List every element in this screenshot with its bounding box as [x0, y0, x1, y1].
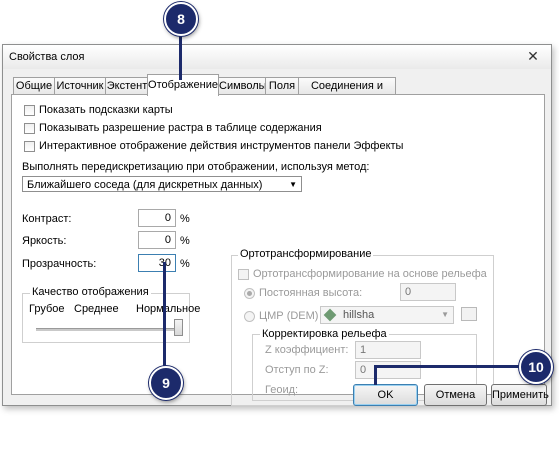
brightness-label: Яркость: [22, 235, 67, 247]
quality-medium-label: Среднее [74, 303, 119, 315]
z-factor-input[interactable]: 1 [355, 341, 421, 359]
callout-9: 9 [149, 366, 183, 400]
dem-label: ЦМР (DEM) [259, 310, 319, 322]
layer-properties-window: Свойства слоя ✕ Общие Источник Экстент О… [2, 44, 552, 406]
show-resolution-label: Показывать разрешение растра в таблице с… [39, 122, 322, 134]
title-bar: Свойства слоя ✕ [3, 45, 551, 69]
quality-slider-thumb[interactable] [174, 319, 183, 336]
tab-fields[interactable]: Поля [265, 77, 299, 95]
dem-radio[interactable] [244, 311, 255, 322]
terrain-correction-title: Корректировка рельефа [260, 328, 389, 340]
dem-value: hillsha [343, 309, 375, 321]
callout-10-line-v [374, 365, 377, 385]
resample-method-value: Ближайшего соседа (для дискретных данных… [27, 179, 263, 191]
ortho-elevation-checkbox[interactable] [238, 269, 249, 280]
apply-button[interactable]: Применить [491, 384, 549, 406]
contrast-label: Контраст: [22, 213, 72, 225]
chevron-down-icon: ▼ [289, 180, 297, 189]
constant-height-radio[interactable] [244, 288, 255, 299]
callout-10-line-h [374, 365, 534, 368]
tab-symbology[interactable]: Символы [218, 77, 267, 95]
cancel-button[interactable]: Отмена [424, 384, 487, 406]
constant-height-label: Постоянная высота: [259, 287, 363, 299]
display-tab-panel: Показать подсказки карты Показывать разр… [11, 94, 545, 406]
transparency-input[interactable]: 30 [138, 254, 176, 272]
quality-high-label: Нормальное [136, 303, 201, 315]
interactive-effects-checkbox[interactable] [24, 141, 35, 152]
window-title: Свойства слоя [9, 51, 85, 63]
tab-joins-relates[interactable]: Соединения и Связи [298, 77, 396, 109]
chevron-down-icon: ▼ [441, 310, 449, 319]
geoid-label: Геоид: [265, 384, 299, 396]
show-resolution-checkbox[interactable] [24, 123, 35, 134]
z-offset-input[interactable]: 0 [355, 361, 421, 379]
constant-height-input[interactable]: 0 [400, 283, 456, 301]
show-map-tips-label: Показать подсказки карты [39, 104, 173, 116]
close-icon[interactable]: ✕ [525, 49, 541, 63]
resample-label: Выполнять передискретизацию при отображе… [22, 161, 370, 173]
z-offset-label: Отступ по Z: [265, 364, 329, 376]
tab-display[interactable]: Отображение [147, 74, 219, 96]
ok-button[interactable]: OK [353, 384, 418, 406]
z-factor-label: Z коэффициент: [265, 344, 349, 356]
contrast-percent: % [180, 213, 190, 225]
quality-slider-track[interactable] [36, 328, 182, 331]
quality-low-label: Грубое [29, 303, 65, 315]
contrast-input[interactable]: 0 [138, 209, 176, 227]
show-map-tips-checkbox[interactable] [24, 105, 35, 116]
ortho-elevation-label: Ортотрансформирование на основе рельефа [253, 268, 487, 280]
browse-folder-icon[interactable] [461, 307, 477, 321]
brightness-input[interactable]: 0 [138, 231, 176, 249]
callout-10: 10 [519, 350, 553, 384]
orthorectification-title: Ортотрансформирование [238, 248, 374, 260]
dem-select[interactable]: hillsha ▼ [320, 306, 454, 324]
tab-general[interactable]: Общие [13, 77, 55, 95]
transparency-label: Прозрачность: [22, 258, 97, 270]
brightness-percent: % [180, 235, 190, 247]
transparency-percent: % [180, 258, 190, 270]
resample-method-select[interactable]: Ближайшего соседа (для дискретных данных… [22, 176, 302, 192]
tab-source[interactable]: Источник [54, 77, 106, 95]
display-quality-title: Качество отображения [30, 286, 151, 298]
interactive-effects-label: Интерактивное отображение действия инстр… [39, 140, 404, 152]
callout-8: 8 [164, 2, 198, 36]
tab-extent[interactable]: Экстент [105, 77, 149, 95]
callout-9-line [163, 262, 166, 377]
